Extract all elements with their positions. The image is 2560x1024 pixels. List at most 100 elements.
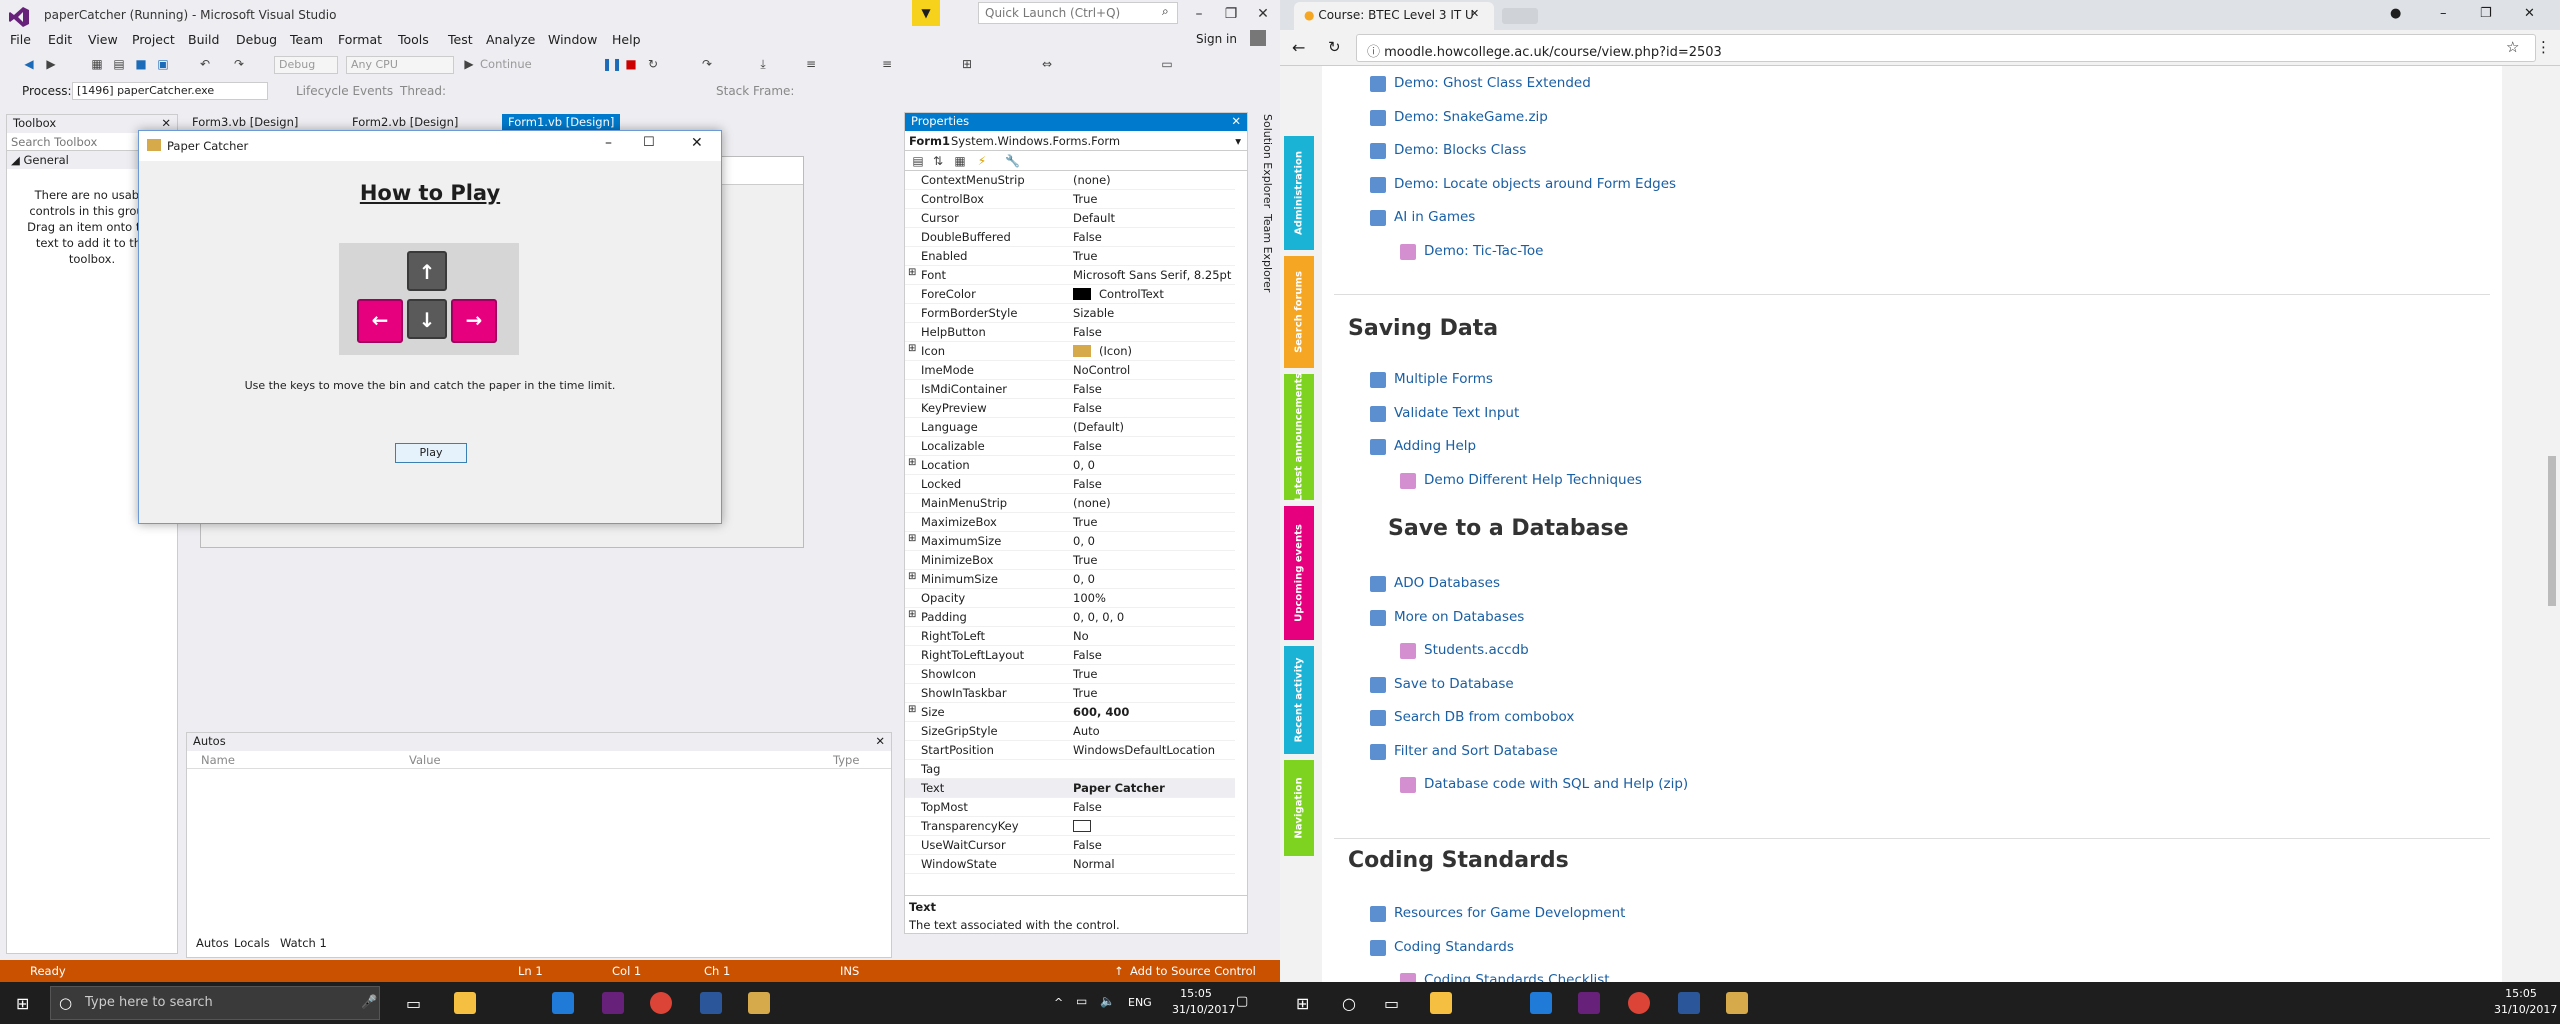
property-row[interactable]: KeyPreview False: [905, 399, 1235, 418]
tab-locals[interactable]: Locals: [234, 936, 270, 950]
scrollbar[interactable]: [2548, 456, 2556, 606]
side-block-search-forums[interactable]: Search forums: [1284, 256, 1314, 368]
visual-studio-icon[interactable]: [602, 992, 624, 1014]
language-indicator[interactable]: ENG: [1128, 996, 1152, 1009]
property-row[interactable]: IsMdiContainer False: [905, 380, 1235, 399]
property-row[interactable]: HelpButton False: [905, 323, 1235, 342]
menu-team[interactable]: Team: [290, 32, 323, 47]
property-row[interactable]: TopMost False: [905, 798, 1235, 817]
property-pages-icon[interactable]: 🔧: [1005, 154, 1020, 168]
expand-icon[interactable]: ⊞: [908, 704, 916, 715]
property-row[interactable]: ⊞ MaximumSize 0, 0: [905, 532, 1235, 551]
chevron-down-icon[interactable]: ▾: [1235, 134, 1241, 148]
process-select[interactable]: [1496] paperCatcher.exe: [72, 82, 268, 100]
property-row[interactable]: ⊞ Padding 0, 0, 0, 0: [905, 608, 1235, 627]
profile-icon[interactable]: ●: [2390, 6, 2401, 21]
network-icon[interactable]: ▭: [1076, 994, 1087, 1008]
close-tab-icon[interactable]: ✕: [1470, 7, 1479, 20]
config-select[interactable]: Debug: [274, 56, 338, 74]
new-tab-button[interactable]: [1502, 8, 1538, 24]
property-row[interactable]: DoubleBuffered False: [905, 228, 1235, 247]
activity-link[interactable]: Demo: Blocks Class: [1394, 142, 1526, 158]
chrome-icon[interactable]: [1628, 992, 1650, 1014]
menu-analyze[interactable]: Analyze: [486, 32, 535, 47]
word-icon[interactable]: [700, 992, 722, 1014]
continue-icon[interactable]: ▶: [462, 57, 476, 71]
clock[interactable]: 15:05 31/10/2017: [1172, 986, 1235, 1018]
menu-format[interactable]: Format: [338, 32, 382, 47]
expand-icon[interactable]: ⊞: [908, 457, 916, 468]
word-icon[interactable]: [1678, 992, 1700, 1014]
stop-icon[interactable]: ■: [624, 57, 638, 71]
tab-team-explorer[interactable]: Team Explorer: [1254, 214, 1274, 304]
property-row[interactable]: Opacity 100%: [905, 589, 1235, 608]
chrome-icon[interactable]: [650, 992, 672, 1014]
property-row[interactable]: ⊞ MinimumSize 0, 0: [905, 570, 1235, 589]
property-row[interactable]: RightToLeft No: [905, 627, 1235, 646]
expand-icon[interactable]: ⊞: [908, 533, 916, 544]
property-row[interactable]: UseWaitCursor False: [905, 836, 1235, 855]
save-all-icon[interactable]: ▣: [156, 57, 170, 71]
activity-link[interactable]: Multiple Forms: [1394, 371, 1493, 387]
minimize-button[interactable]: –: [2440, 6, 2447, 21]
menu-help[interactable]: Help: [612, 32, 641, 47]
close-icon[interactable]: ✕: [161, 116, 171, 130]
property-row[interactable]: Tag: [905, 760, 1235, 779]
activity-link[interactable]: Demo: Ghost Class Extended: [1394, 75, 1591, 91]
activity-link[interactable]: Demo: Locate objects around Form Edges: [1394, 176, 1676, 192]
activity-link[interactable]: Adding Help: [1394, 438, 1476, 454]
order-icon[interactable]: ▭: [1160, 57, 1174, 71]
property-row[interactable]: ⊞ Icon (Icon): [905, 342, 1235, 361]
activity-link[interactable]: Students.accdb: [1424, 642, 1529, 658]
activity-link[interactable]: ADO Databases: [1394, 575, 1500, 591]
property-row[interactable]: RightToLeftLayout False: [905, 646, 1235, 665]
filter-icon[interactable]: ▼: [912, 0, 940, 26]
step-into-icon[interactable]: ⤓: [756, 57, 770, 71]
quick-launch-input[interactable]: Quick Launch (Ctrl+Q): [978, 2, 1178, 24]
menu-window[interactable]: Window: [548, 32, 597, 47]
menu-test[interactable]: Test: [448, 32, 473, 47]
property-row[interactable]: ImeMode NoControl: [905, 361, 1235, 380]
expand-icon[interactable]: ⊞: [908, 609, 916, 620]
lifecycle-events[interactable]: Lifecycle Events: [296, 84, 393, 98]
activity-link[interactable]: Resources for Game Development: [1394, 905, 1625, 921]
property-row[interactable]: ForeColor ControlText: [905, 285, 1235, 304]
activity-link[interactable]: Save to Database: [1394, 676, 1514, 692]
new-project-icon[interactable]: ▦: [90, 57, 104, 71]
property-row[interactable]: ⊞ Font Microsoft Sans Serif, 8.25pt: [905, 266, 1235, 285]
step-over-icon[interactable]: ↷: [700, 57, 714, 71]
volume-icon[interactable]: 🔈: [1100, 994, 1115, 1008]
menu-debug[interactable]: Debug: [236, 32, 277, 47]
property-row[interactable]: Localizable False: [905, 437, 1235, 456]
sign-in-link[interactable]: Sign in: [1196, 32, 1237, 46]
close-icon[interactable]: ✕: [1231, 114, 1241, 128]
side-block-upcoming-events[interactable]: Upcoming events: [1284, 506, 1314, 640]
restart-icon[interactable]: ↻: [646, 57, 660, 71]
property-row[interactable]: ⊞ Size 600, 400: [905, 703, 1235, 722]
alphabetical-icon[interactable]: ⇅: [931, 154, 945, 168]
property-row[interactable]: MinimizeBox True: [905, 551, 1235, 570]
activity-link[interactable]: Coding Standards: [1394, 939, 1514, 955]
grid-icon[interactable]: ⊞: [960, 57, 974, 71]
tray-up-icon[interactable]: ^: [1054, 996, 1063, 1009]
property-row[interactable]: Text Paper Catcher: [905, 779, 1235, 798]
reload-icon[interactable]: ↻: [1328, 38, 1341, 56]
property-row[interactable]: ControlBox True: [905, 190, 1235, 209]
restore-button[interactable]: ❐: [2480, 6, 2492, 21]
paper-catcher-taskbar-icon[interactable]: [748, 992, 770, 1014]
clock[interactable]: 15:05 31/10/2017: [2494, 986, 2557, 1018]
property-row[interactable]: ⊞ Location 0, 0: [905, 456, 1235, 475]
expand-icon[interactable]: ⊞: [908, 343, 916, 354]
menu-project[interactable]: Project: [132, 32, 175, 47]
spacing-icon[interactable]: ⇔: [1040, 57, 1054, 71]
pause-icon[interactable]: ❚❚: [602, 57, 622, 71]
menu-edit[interactable]: Edit: [48, 32, 72, 47]
menu-tools[interactable]: Tools: [398, 32, 429, 47]
maximize-button[interactable]: ☐: [643, 135, 655, 150]
property-row[interactable]: SizeGripStyle Auto: [905, 722, 1235, 741]
task-view-icon[interactable]: ▭: [1384, 994, 1399, 1013]
activity-link[interactable]: Filter and Sort Database: [1394, 743, 1558, 759]
property-row[interactable]: Enabled True: [905, 247, 1235, 266]
side-block-administration[interactable]: Administration: [1284, 136, 1314, 250]
task-view-icon[interactable]: ▭: [406, 994, 421, 1013]
